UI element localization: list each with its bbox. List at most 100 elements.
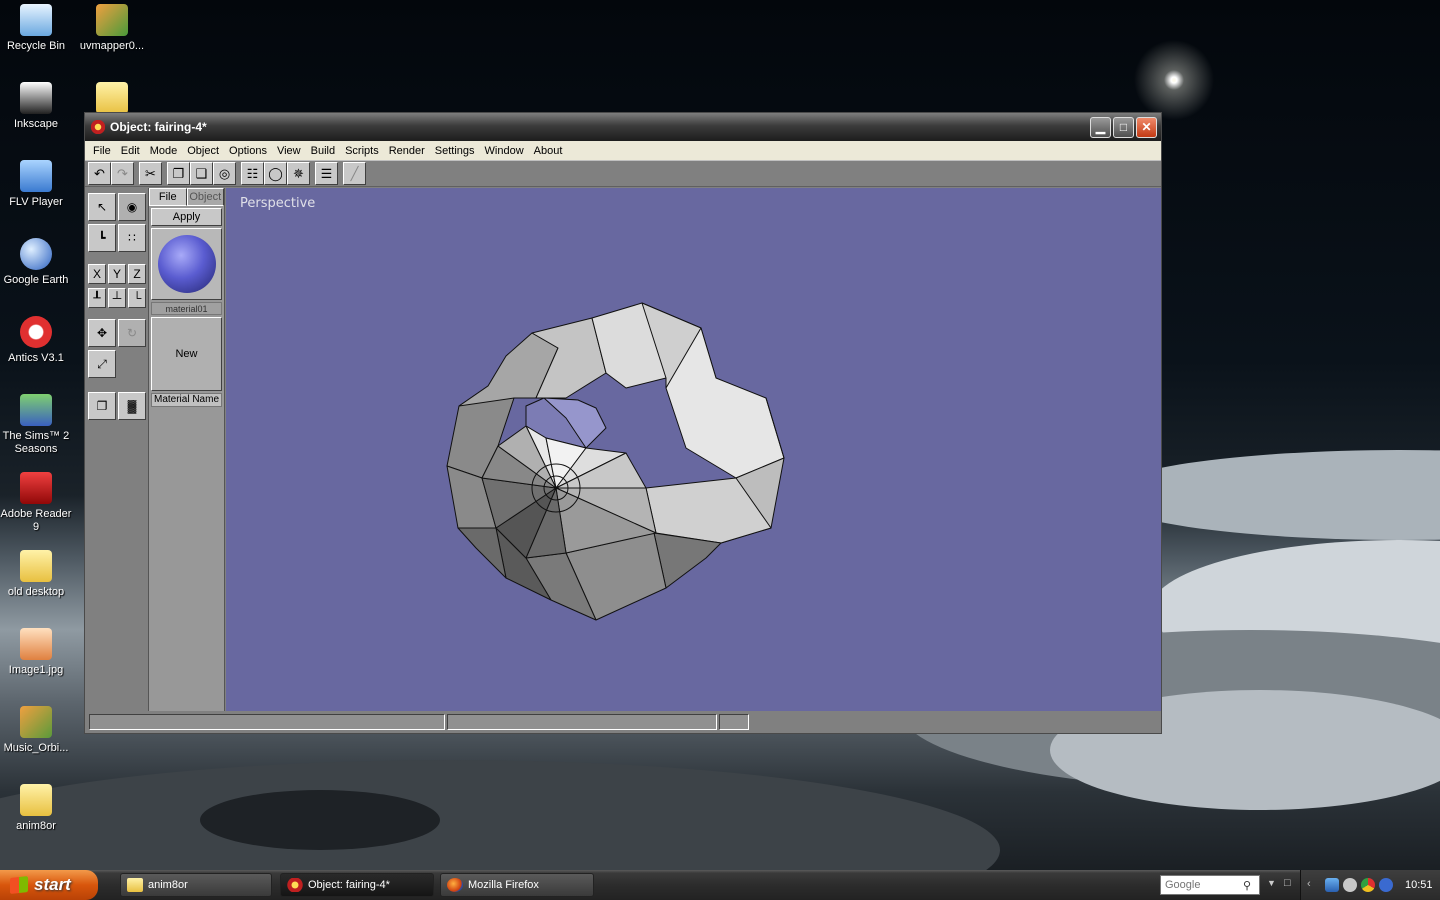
- menu-render[interactable]: Render: [385, 145, 431, 157]
- paste-button[interactable]: ❑: [190, 162, 213, 185]
- chrome-icon[interactable]: [1361, 878, 1375, 892]
- menu-settings[interactable]: Settings: [431, 145, 481, 157]
- minimize-button[interactable]: ▁: [1090, 116, 1111, 138]
- object-mode-button[interactable]: ❐: [88, 392, 116, 420]
- folder-icon: [20, 550, 52, 582]
- material-preview[interactable]: [151, 228, 222, 300]
- folder-icon: [96, 82, 128, 114]
- search-dropdown-icon[interactable]: ▼: [1267, 878, 1276, 888]
- music-orbit-icon: [20, 706, 52, 738]
- orbit-icon: ◯: [268, 165, 283, 181]
- apply-button[interactable]: Apply: [151, 208, 222, 226]
- paste-icon: ❑: [195, 165, 208, 181]
- new-material-button[interactable]: New: [151, 317, 222, 391]
- menu-build[interactable]: Build: [307, 145, 341, 157]
- desktop-icon-sims[interactable]: The Sims™ 2 Seasons: [0, 394, 74, 456]
- maximize-button[interactable]: □: [1113, 116, 1134, 138]
- status-field-1: [89, 714, 445, 730]
- menu-edit[interactable]: Edit: [117, 145, 146, 157]
- antics-icon: [20, 316, 52, 348]
- google-earth-icon: [20, 238, 52, 270]
- desktop-icon-google-earth[interactable]: Google Earth: [0, 238, 74, 287]
- taskbar: start anim8or Object: fairing-4* Mozilla…: [0, 870, 1440, 900]
- desktop-icon-image1[interactable]: Image1.jpg: [0, 628, 74, 677]
- globe-icon: ◎: [218, 165, 231, 181]
- copy-button[interactable]: ❐: [167, 162, 190, 185]
- anim8or-icon: [287, 878, 303, 892]
- tool-panel: ↖ ◉ ┗ ∷ X Y Z ┸ ┴ └ ✥ ↻ ⤢ ❐ ▓: [85, 188, 149, 711]
- axis-x-toggle[interactable]: X: [88, 264, 106, 284]
- material-tabs: File Object: [149, 188, 224, 206]
- antivirus-icon[interactable]: [1379, 878, 1393, 892]
- scale-tool-button[interactable]: ⤢: [88, 350, 116, 378]
- desktop-icon-antics[interactable]: Antics V3.1: [0, 316, 74, 365]
- desktop-icon-old-desktop[interactable]: old desktop: [0, 550, 74, 599]
- desktop-icon-recycle-bin[interactable]: Recycle Bin: [0, 4, 74, 53]
- coord-world-button[interactable]: ┸: [88, 288, 106, 308]
- desktop-icon-music-orbit[interactable]: Music_Orbi...: [0, 706, 74, 755]
- menu-bar: File Edit Mode Object Options View Build…: [85, 141, 1161, 161]
- list-icon: ☰: [320, 165, 333, 181]
- menu-view[interactable]: View: [273, 145, 307, 157]
- search-icon[interactable]: ⚲: [1243, 879, 1251, 892]
- axis-tool-button[interactable]: ┗: [88, 224, 116, 252]
- close-button[interactable]: ✕: [1136, 116, 1157, 138]
- rotate-tool-button[interactable]: ↻: [118, 319, 146, 347]
- axis-y-toggle[interactable]: Y: [108, 264, 126, 284]
- menu-file[interactable]: File: [89, 145, 117, 157]
- menu-options[interactable]: Options: [225, 145, 273, 157]
- desktop-toolbar-icon[interactable]: □: [1284, 877, 1291, 889]
- scale-icon: ⤢: [97, 356, 107, 371]
- four-views-button[interactable]: ☷: [241, 162, 264, 185]
- move-tool-button[interactable]: ✥: [88, 319, 116, 347]
- desktop-icon-flv-player[interactable]: FLV Player: [0, 160, 74, 209]
- orbit-button[interactable]: ◯: [264, 162, 287, 185]
- messenger-icon[interactable]: [1343, 878, 1357, 892]
- screen-axes-icon: └: [132, 291, 142, 305]
- google-search-input[interactable]: [1165, 879, 1243, 891]
- coord-screen-button[interactable]: └: [128, 288, 146, 308]
- graph-button[interactable]: ╱: [343, 162, 366, 185]
- window-titlebar[interactable]: Object: fairing-4* ▁ □ ✕: [85, 113, 1161, 141]
- fairing-mesh[interactable]: [226, 188, 1161, 711]
- menu-mode[interactable]: Mode: [146, 145, 184, 157]
- image-file-icon: [20, 628, 52, 660]
- tab-object[interactable]: Object: [186, 188, 224, 206]
- texture-mode-button[interactable]: ▓: [118, 392, 146, 420]
- clock[interactable]: 10:51: [1405, 879, 1433, 891]
- point-tool-button[interactable]: ∷: [118, 224, 146, 252]
- taskbar-item-anim8or-window[interactable]: Object: fairing-4*: [280, 873, 434, 897]
- lights-button[interactable]: ✵: [287, 162, 310, 185]
- material-name-button[interactable]: Material Name: [151, 393, 222, 407]
- sphere-view-button[interactable]: ◎: [213, 162, 236, 185]
- tab-file[interactable]: File: [149, 188, 187, 206]
- network-icon[interactable]: [1325, 878, 1339, 892]
- desktop-icon-inkscape[interactable]: Inkscape: [0, 82, 74, 131]
- desktop-icon-uvmapper[interactable]: uvmapper0...: [74, 4, 150, 53]
- menu-object[interactable]: Object: [183, 145, 225, 157]
- undo-button[interactable]: ↶: [88, 162, 111, 185]
- chevron-left-icon[interactable]: ‹: [1307, 878, 1321, 892]
- view-tool-button[interactable]: ◉: [118, 193, 146, 221]
- start-button[interactable]: start: [0, 870, 98, 900]
- recycle-bin-icon: [20, 4, 52, 36]
- inkscape-icon: [20, 82, 52, 114]
- axis-z-toggle[interactable]: Z: [128, 264, 146, 284]
- taskbar-item-firefox[interactable]: Mozilla Firefox: [440, 873, 594, 897]
- list-button[interactable]: ☰: [315, 162, 338, 185]
- coord-object-button[interactable]: ┴: [108, 288, 126, 308]
- menu-window[interactable]: Window: [481, 145, 530, 157]
- redo-button[interactable]: ↷: [111, 162, 134, 185]
- select-tool-button[interactable]: ↖: [88, 193, 116, 221]
- desktop-icon-anim8or[interactable]: anim8or: [0, 784, 74, 833]
- folder-icon: [127, 878, 143, 892]
- taskbar-item-anim8or-folder[interactable]: anim8or: [120, 873, 272, 897]
- material-panel: File Object Apply material01 New Materia…: [149, 188, 225, 711]
- desktop-icon-adobe-reader[interactable]: Adobe Reader 9: [0, 472, 74, 534]
- system-tray: ‹ 10:51: [1300, 870, 1440, 900]
- menu-about[interactable]: About: [530, 145, 569, 157]
- cut-button[interactable]: ✂: [139, 162, 162, 185]
- perspective-viewport[interactable]: Perspective: [226, 188, 1161, 711]
- menu-scripts[interactable]: Scripts: [341, 145, 385, 157]
- flv-player-icon: [20, 160, 52, 192]
